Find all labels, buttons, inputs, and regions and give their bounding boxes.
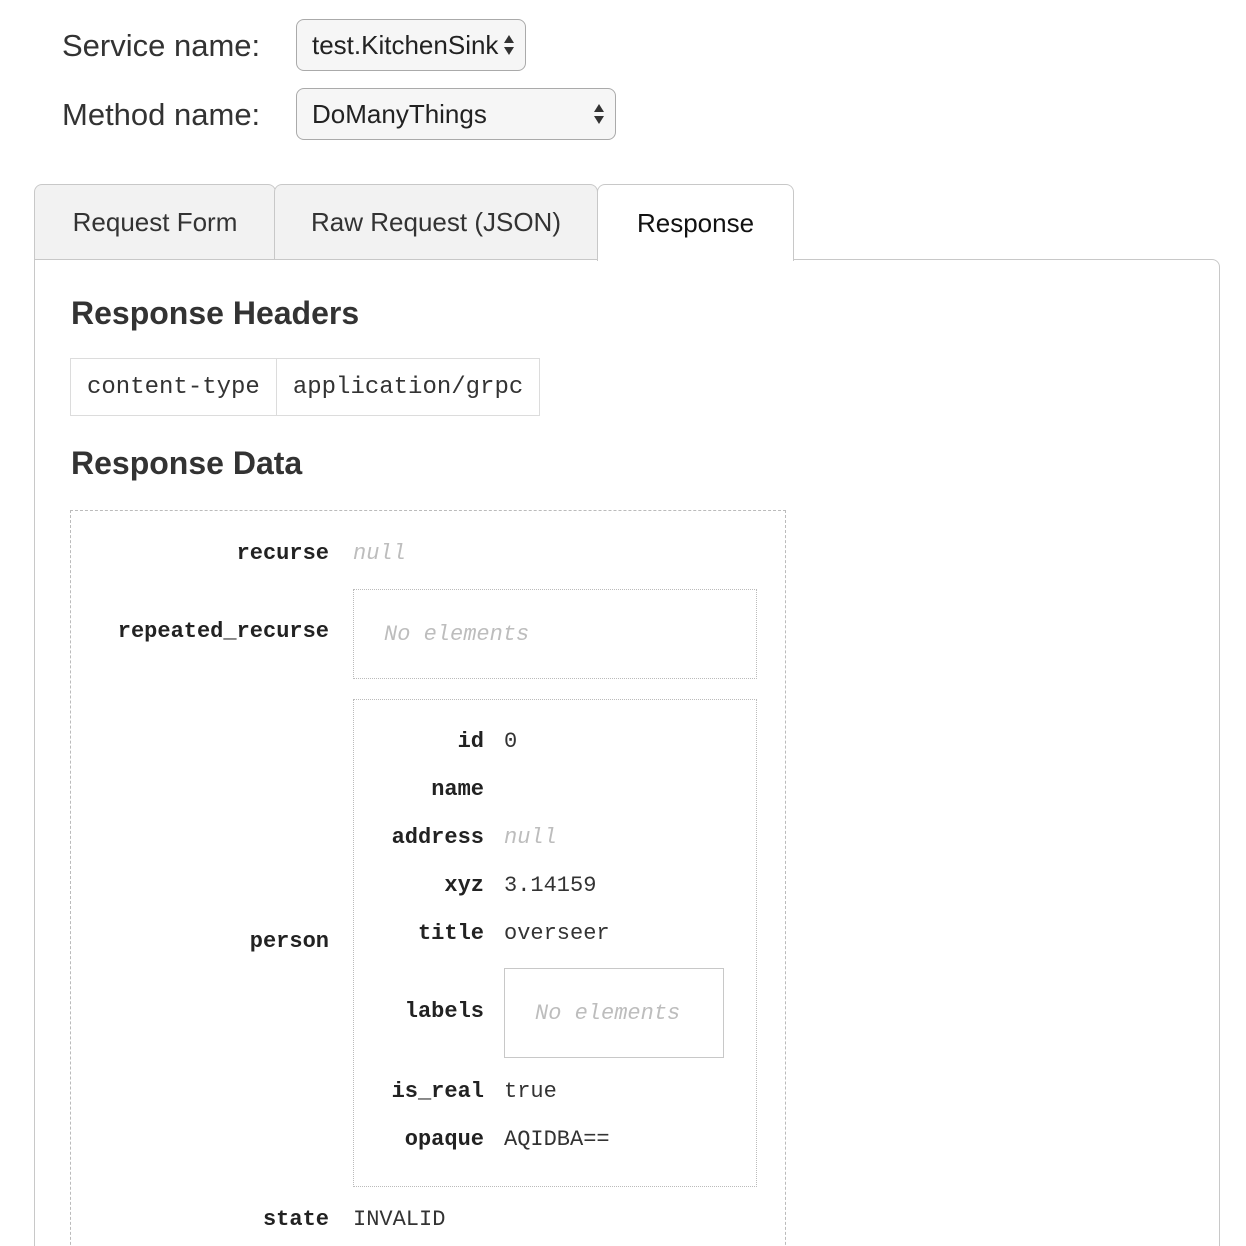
response-headers-title: Response Headers bbox=[71, 295, 360, 331]
field-value-state: INVALID bbox=[353, 1207, 446, 1232]
response-data-box: recurse null repeated_recurse No element… bbox=[70, 510, 786, 1246]
repeated-recurse-empty-box: No elements bbox=[353, 589, 757, 679]
field-key-name: name bbox=[431, 777, 484, 802]
response-headers-table: content-type application/grpc bbox=[70, 358, 541, 416]
service-name-value: test.KitchenSink bbox=[312, 29, 499, 60]
field-value-xyz: 3.14159 bbox=[504, 873, 597, 898]
field-value-title: overseer bbox=[504, 921, 610, 946]
field-key-address: address bbox=[391, 825, 484, 850]
select-arrows-icon bbox=[504, 35, 514, 55]
field-key-labels: labels bbox=[404, 999, 484, 1024]
field-key-xyz: xyz bbox=[444, 873, 484, 898]
person-message-box: id 0 name address null xyz 3.14159 title… bbox=[353, 699, 757, 1187]
response-data-title: Response Data bbox=[71, 445, 303, 481]
labels-empty-box: No elements bbox=[504, 968, 724, 1058]
method-name-label: Method name: bbox=[62, 97, 261, 132]
tab-response[interactable]: Response bbox=[597, 184, 794, 261]
field-key-is-real: is_real bbox=[391, 1079, 484, 1104]
method-name-select[interactable]: DoManyThings bbox=[296, 88, 616, 140]
select-arrows-icon bbox=[594, 104, 604, 124]
header-value-cell: application/grpc bbox=[275, 358, 541, 416]
field-value-recurse: null bbox=[353, 541, 406, 566]
field-value-id: 0 bbox=[504, 729, 518, 754]
field-key-opaque: opaque bbox=[404, 1127, 484, 1152]
field-key-recurse: recurse bbox=[236, 541, 329, 566]
field-key-state: state bbox=[262, 1207, 329, 1232]
field-key-id: id bbox=[457, 729, 484, 754]
field-value-opaque: AQIDBA== bbox=[504, 1127, 610, 1152]
tab-raw-request-json[interactable]: Raw Request (JSON) bbox=[274, 184, 598, 260]
service-name-label: Service name: bbox=[62, 28, 261, 63]
field-key-person: person bbox=[249, 929, 329, 954]
tab-request-form[interactable]: Request Form bbox=[34, 184, 276, 260]
field-key-repeated-recurse: repeated_recurse bbox=[117, 619, 329, 644]
field-key-title: title bbox=[417, 921, 484, 946]
field-value-is-real: true bbox=[504, 1079, 557, 1104]
table-row: content-type application/grpc bbox=[70, 358, 541, 416]
method-name-value: DoManyThings bbox=[312, 98, 487, 129]
header-name-cell: content-type bbox=[70, 358, 277, 416]
service-name-select[interactable]: test.KitchenSink bbox=[296, 19, 526, 71]
field-value-address: null bbox=[504, 825, 557, 850]
